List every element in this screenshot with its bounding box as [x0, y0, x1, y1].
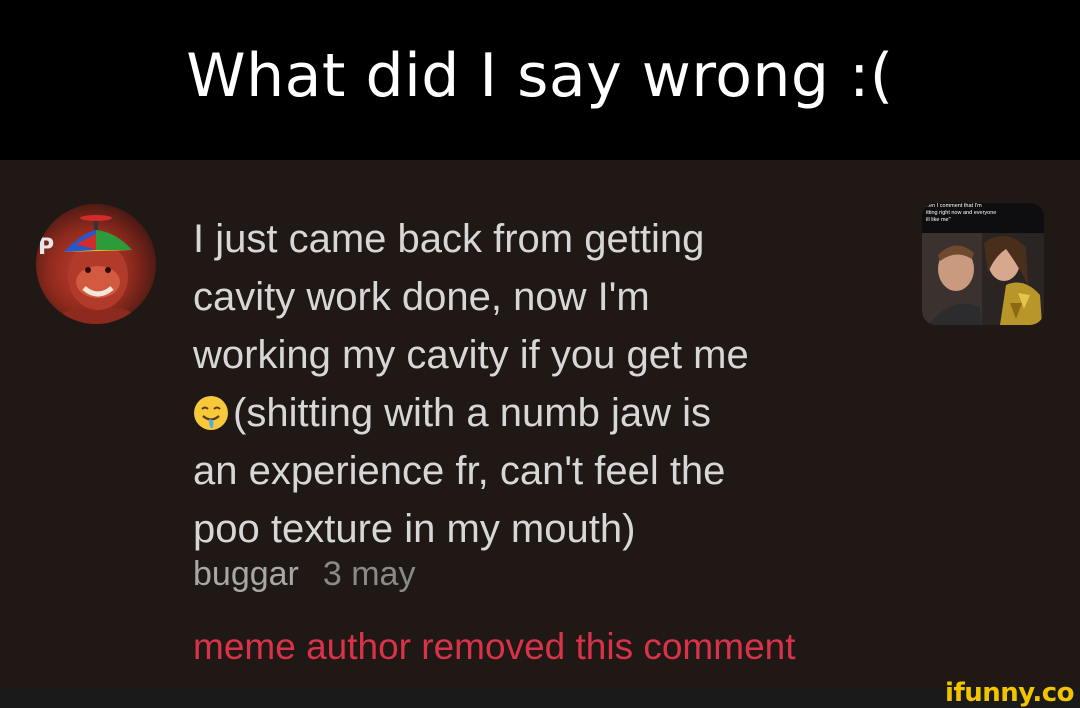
ifunny-watermark: ifunny.co — [945, 678, 1074, 708]
caption-title: What did I say wrong :( — [186, 41, 894, 111]
thumbnail-caption: ..en I comment that I'm itting right now… — [926, 203, 1044, 224]
comment-line: working my cavity if you get me — [193, 333, 749, 377]
comment-line: (shitting with a numb jaw is — [233, 391, 711, 435]
comment-panel: P I just came back from getting cavity w… — [0, 160, 1080, 688]
bottom-strip — [0, 688, 1080, 708]
comment-timestamp: 3 may — [322, 555, 416, 593]
comment-line: an experience fr, can't feel the — [193, 449, 726, 493]
attached-meme-thumbnail[interactable]: ..en I comment that I'm itting right now… — [922, 203, 1044, 325]
comment-line: I just came back from getting — [193, 217, 705, 261]
comment-meta: buggar 3 may — [193, 555, 415, 594]
thumbnail-caption-line: ..en I comment that I'm — [926, 203, 982, 209]
comment-author[interactable]: buggar — [193, 555, 299, 594]
comment-line: poo texture in my mouth) — [193, 507, 636, 551]
comment-text: I just came back from getting cavity wor… — [193, 210, 893, 558]
user-avatar[interactable]: P — [36, 204, 156, 324]
caption-bar: What did I say wrong :( — [0, 0, 1080, 160]
comment-line-with-emoji: (shitting with a numb jaw is — [193, 384, 893, 442]
avatar-image: P — [38, 215, 148, 324]
drooling-face-icon — [194, 396, 228, 430]
thumbnail-caption-line: ill like me" — [926, 217, 951, 223]
thumbnail-caption-line: itting right now and everyone — [926, 210, 997, 216]
svg-text:P: P — [38, 235, 54, 260]
comment-line: cavity work done, now I'm — [193, 275, 650, 319]
meme-page: What did I say wrong :( P I just came ba… — [0, 0, 1080, 708]
removed-notice: meme author removed this comment — [193, 626, 796, 667]
